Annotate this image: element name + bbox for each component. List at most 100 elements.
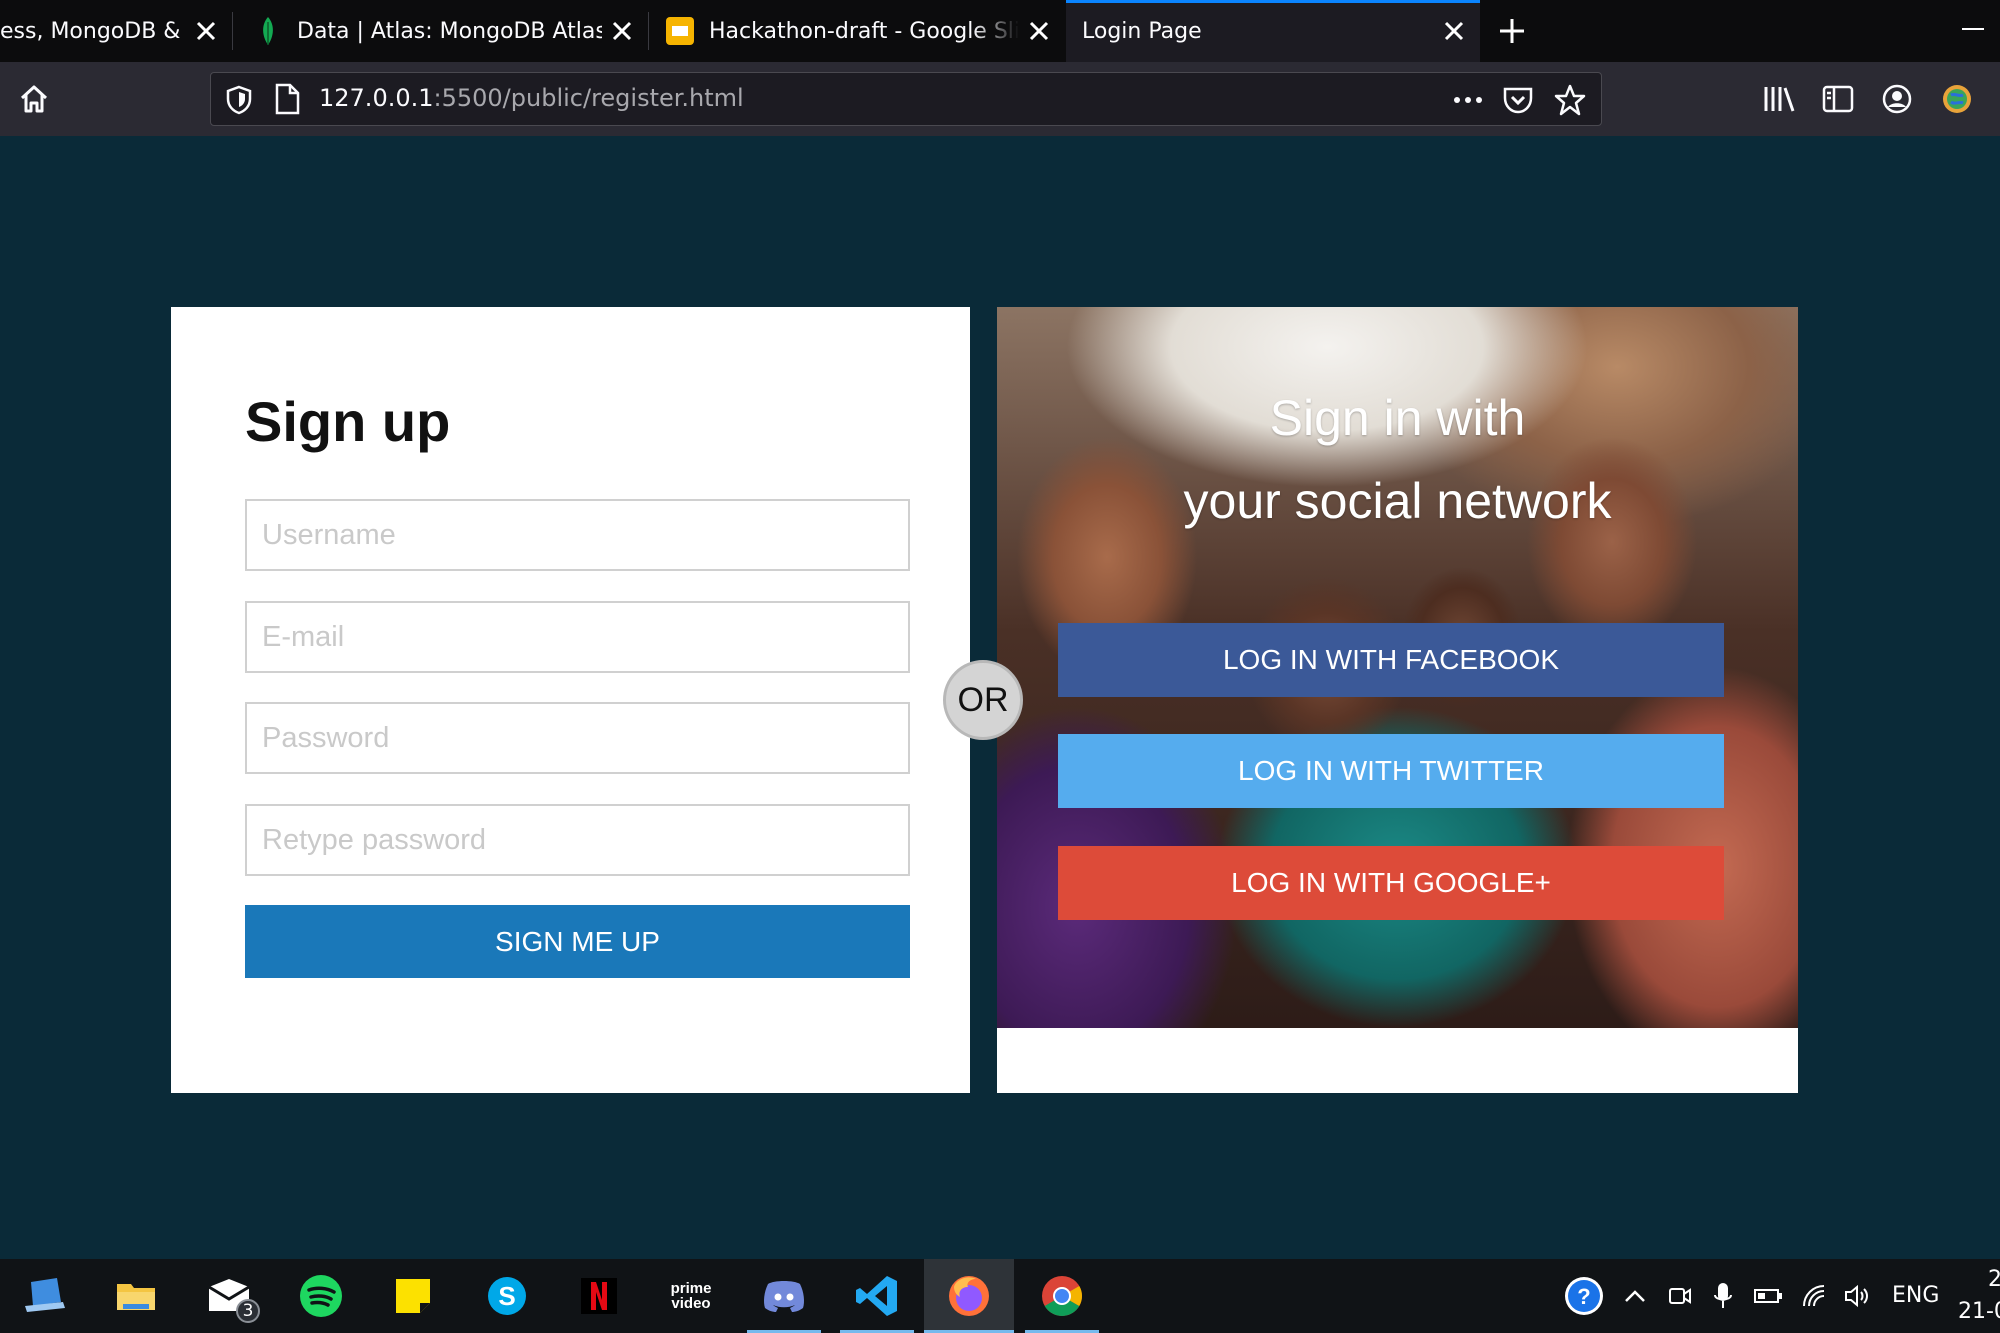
- tab-title: ess, MongoDB & N: [0, 18, 186, 44]
- vscode-icon: [856, 1276, 897, 1316]
- username-input[interactable]: [245, 499, 910, 571]
- clock-time[interactable]: 2: [1988, 1267, 2000, 1292]
- language-indicator[interactable]: ENG: [1892, 1283, 1939, 1308]
- url-path: :5500/public/register.html: [433, 84, 744, 112]
- tab-title: Login Page: [1082, 18, 1202, 44]
- tray-battery[interactable]: [1748, 1259, 1788, 1333]
- sticky-notes-icon: [396, 1279, 430, 1313]
- library-button[interactable]: [1758, 77, 1802, 121]
- password-input[interactable]: [245, 702, 910, 774]
- taskbar-laptop[interactable]: [8, 1259, 82, 1333]
- taskbar-discord[interactable]: [747, 1259, 821, 1333]
- mongodb-leaf-icon: [253, 16, 283, 46]
- close-icon[interactable]: [1019, 11, 1059, 51]
- prime-video-icon: prime video: [671, 1281, 712, 1311]
- laptop-icon: [25, 1278, 65, 1312]
- netflix-icon: [581, 1278, 617, 1314]
- page-actions-more-icon[interactable]: [1451, 83, 1485, 122]
- taskbar-chrome[interactable]: [1025, 1259, 1099, 1333]
- plus-icon: [1500, 19, 1524, 43]
- discord-icon: [764, 1281, 804, 1312]
- tray-meet[interactable]: [1662, 1259, 1698, 1333]
- url-host: 127.0.0.1: [319, 84, 434, 112]
- taskbar-mail[interactable]: 3: [192, 1259, 266, 1333]
- clock-date[interactable]: 21-0: [1958, 1299, 2000, 1324]
- url-text[interactable]: 127.0.0.1:5500/public/register.html: [319, 84, 744, 112]
- wifi-icon: [1803, 1285, 1825, 1307]
- google-login-button[interactable]: LOG IN WITH GOOGLE+: [1058, 846, 1724, 920]
- social-login-card: Sign in with your social network LOG IN …: [997, 307, 1798, 1093]
- address-bar[interactable]: 127.0.0.1:5500/public/register.html: [210, 72, 1602, 126]
- pocket-icon[interactable]: [1501, 83, 1535, 122]
- skype-icon: S: [488, 1277, 526, 1315]
- tab-google-slides[interactable]: Hackathon-draft - Google Slides: [649, 0, 1065, 62]
- tray-wifi[interactable]: [1796, 1259, 1832, 1333]
- extension-button[interactable]: [1935, 77, 1979, 121]
- account-icon: [1882, 84, 1912, 114]
- video-label: video: [671, 1295, 711, 1312]
- microphone-icon: [1714, 1283, 1732, 1308]
- tab-login-page[interactable]: Login Page: [1066, 0, 1480, 62]
- browser-toolbar: 127.0.0.1:5500/public/register.html: [0, 62, 2000, 136]
- close-icon[interactable]: [1434, 11, 1474, 51]
- firefox-icon: [949, 1276, 989, 1316]
- twitter-login-button[interactable]: LOG IN WITH TWITTER: [1058, 734, 1724, 808]
- signup-card: Sign up SIGN ME UP: [171, 307, 970, 1093]
- file-explorer-icon: [117, 1284, 155, 1310]
- tray-volume[interactable]: [1838, 1259, 1876, 1333]
- sidebar-icon: [1822, 85, 1854, 113]
- facebook-login-button[interactable]: LOG IN WITH FACEBOOK: [1058, 623, 1724, 697]
- windows-taskbar: 3 S prime video ? ENG 2 21-: [0, 1259, 2000, 1333]
- signup-title: Sign up: [245, 390, 451, 453]
- close-icon[interactable]: [602, 11, 642, 51]
- help-icon: ?: [1565, 1277, 1603, 1315]
- social-title-line2: your social network: [1183, 473, 1612, 529]
- sign-me-up-button[interactable]: SIGN ME UP: [245, 905, 910, 978]
- taskbar-spotify[interactable]: [284, 1259, 358, 1333]
- svg-text:S: S: [498, 1281, 515, 1311]
- mail-badge: 3: [236, 1299, 260, 1323]
- home-icon: [20, 85, 48, 113]
- tray-microphone[interactable]: [1706, 1259, 1740, 1333]
- page-info-icon[interactable]: [273, 83, 301, 120]
- chevron-up-icon: [1625, 1290, 1645, 1302]
- taskbar-vscode[interactable]: [840, 1259, 914, 1333]
- taskbar-firefox[interactable]: [924, 1259, 1014, 1333]
- new-tab-button[interactable]: [1490, 10, 1534, 52]
- retype-password-input[interactable]: [245, 804, 910, 876]
- tab-title: Data | Atlas: MongoDB Atlas: [297, 18, 602, 44]
- tab-title: Hackathon-draft - Google Slides: [709, 18, 1019, 44]
- taskbar-netflix[interactable]: [562, 1259, 636, 1333]
- volume-icon: [1845, 1284, 1868, 1308]
- account-button[interactable]: [1875, 77, 1919, 121]
- prime-label: prime: [670, 1280, 712, 1297]
- tray-show-hidden[interactable]: [1618, 1259, 1652, 1333]
- taskbar-prime-video[interactable]: prime video: [654, 1259, 728, 1333]
- bookmark-star-icon[interactable]: [1553, 83, 1587, 122]
- tracking-shield-icon[interactable]: [225, 85, 253, 120]
- battery-icon: [1754, 1289, 1782, 1303]
- close-icon[interactable]: [186, 11, 226, 51]
- globe-extension-icon: [1943, 85, 1971, 113]
- camera-icon: [1669, 1288, 1691, 1304]
- taskbar-skype[interactable]: S: [470, 1259, 544, 1333]
- taskbar-file-explorer[interactable]: [99, 1259, 173, 1333]
- taskbar-sticky-notes[interactable]: [376, 1259, 450, 1333]
- window-minimize-button[interactable]: [1962, 28, 1984, 30]
- home-button[interactable]: [12, 77, 56, 121]
- or-divider-badge: OR: [943, 660, 1023, 740]
- background-photo: Sign in with your social network LOG IN …: [997, 307, 1798, 1028]
- email-input[interactable]: [245, 601, 910, 673]
- chrome-icon: [1042, 1276, 1082, 1316]
- svg-text:?: ?: [1577, 1284, 1590, 1309]
- browser-tab-strip: ess, MongoDB & N Data | Atlas: MongoDB A…: [0, 0, 2000, 62]
- tray-help[interactable]: ?: [1558, 1259, 1610, 1333]
- spotify-icon: [300, 1275, 342, 1317]
- page-viewport: Sign up SIGN ME UP Sign in with your soc…: [0, 136, 2000, 1259]
- social-title-line1: Sign in with: [1269, 390, 1526, 446]
- tab-mongodb-express[interactable]: ess, MongoDB & N: [0, 0, 232, 62]
- sidebar-button[interactable]: [1816, 77, 1860, 121]
- library-icon: [1764, 87, 1795, 112]
- tab-mongodb-atlas[interactable]: Data | Atlas: MongoDB Atlas: [233, 0, 648, 62]
- google-slides-icon: [665, 16, 695, 46]
